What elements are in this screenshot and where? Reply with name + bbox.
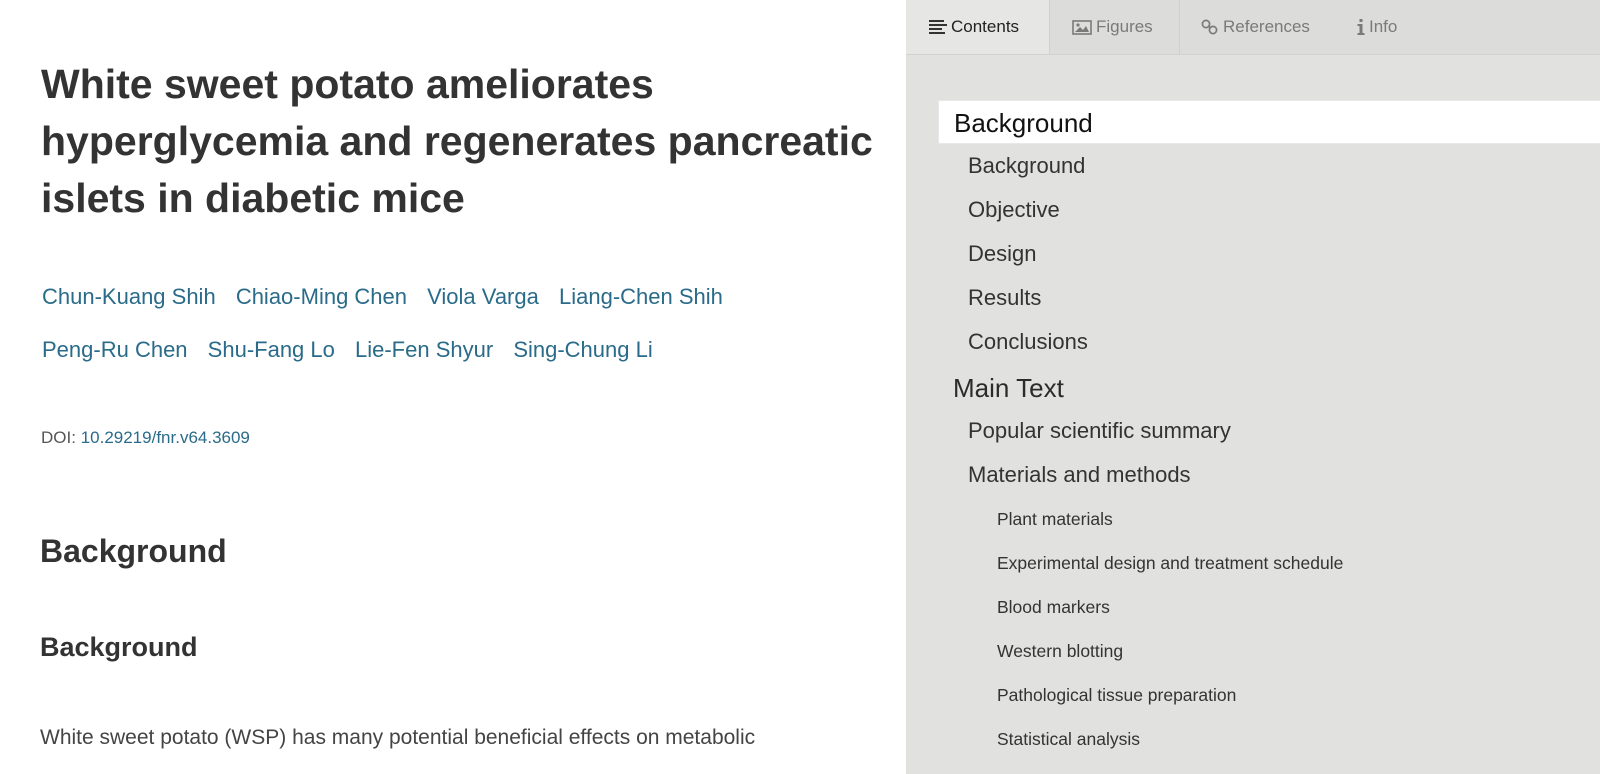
- subsection-heading: Background: [40, 632, 198, 662]
- article-title: White sweet potato ameliorates hyperglyc…: [41, 61, 873, 221]
- page: White sweet potato ameliorates hyperglyc…: [0, 0, 1600, 774]
- toc-item-blood-markers[interactable]: Blood markers: [906, 585, 1600, 629]
- author-link[interactable]: Lie-Fen Shyur: [355, 337, 493, 362]
- toc-item-conclusions[interactable]: Conclusions: [906, 320, 1600, 364]
- tab-label: References: [1223, 17, 1310, 36]
- doi-label: DOI:: [41, 428, 76, 447]
- toc-item-background[interactable]: Background: [938, 100, 1600, 144]
- toc-item-plant-materials[interactable]: Plant materials: [906, 497, 1600, 541]
- tab-label: Info: [1369, 17, 1398, 36]
- toc-item-results[interactable]: Results: [906, 276, 1600, 320]
- toc-item-experimental-design[interactable]: Experimental design and treatment schedu…: [906, 541, 1600, 585]
- toc-item-pathological-tissue[interactable]: Pathological tissue preparation: [906, 673, 1600, 717]
- list-icon: [929, 20, 947, 34]
- tab-contents[interactable]: Contents: [906, 0, 1049, 54]
- author-link[interactable]: Liang-Chen Shih: [559, 284, 723, 309]
- section-heading: Background: [40, 533, 227, 569]
- tab-info[interactable]: Info: [1335, 0, 1435, 54]
- tab-label: Figures: [1096, 17, 1153, 36]
- sidebar-tabbar: Contents Figures References Info: [906, 0, 1600, 55]
- article-pane: White sweet potato ameliorates hyperglyc…: [0, 0, 906, 774]
- author-link[interactable]: Chiao-Ming Chen: [236, 284, 407, 309]
- author-link[interactable]: Chun-Kuang Shih: [42, 284, 216, 309]
- link-icon: [1201, 19, 1219, 35]
- toc-item-western-blotting[interactable]: Western blotting: [906, 629, 1600, 673]
- toc-item-objective[interactable]: Objective: [906, 188, 1600, 232]
- toc-item-main-text[interactable]: Main Text: [906, 366, 1600, 410]
- toc-item-background-sub[interactable]: Background: [906, 144, 1600, 188]
- image-icon: [1072, 19, 1092, 35]
- toc-item-design[interactable]: Design: [906, 232, 1600, 276]
- doi-line: DOI: 10.29219/fnr.v64.3609: [41, 428, 250, 448]
- author-link[interactable]: Sing-Chung Li: [513, 337, 652, 362]
- toc-item-popular-summary[interactable]: Popular scientific summary: [906, 409, 1600, 453]
- tab-label: Contents: [951, 17, 1020, 36]
- toc-item-statistical-analysis[interactable]: Statistical analysis: [906, 717, 1600, 761]
- tab-figures[interactable]: Figures: [1049, 0, 1179, 54]
- author-link[interactable]: Peng-Ru Chen: [42, 337, 188, 362]
- info-icon: [1357, 19, 1365, 35]
- author-link[interactable]: Viola Varga: [427, 284, 539, 309]
- doi-link[interactable]: 10.29219/fnr.v64.3609: [81, 428, 250, 447]
- tab-references[interactable]: References: [1179, 0, 1335, 54]
- author-list: Chun-Kuang Shih Chiao-Ming Chen Viola Va…: [42, 270, 862, 376]
- abstract-text: White sweet potato (WSP) has many potent…: [40, 726, 756, 749]
- author-link[interactable]: Shu-Fang Lo: [208, 337, 335, 362]
- sidebar: Contents Figures References Info Backgro…: [906, 0, 1600, 774]
- toc-item-materials-methods[interactable]: Materials and methods: [906, 453, 1600, 497]
